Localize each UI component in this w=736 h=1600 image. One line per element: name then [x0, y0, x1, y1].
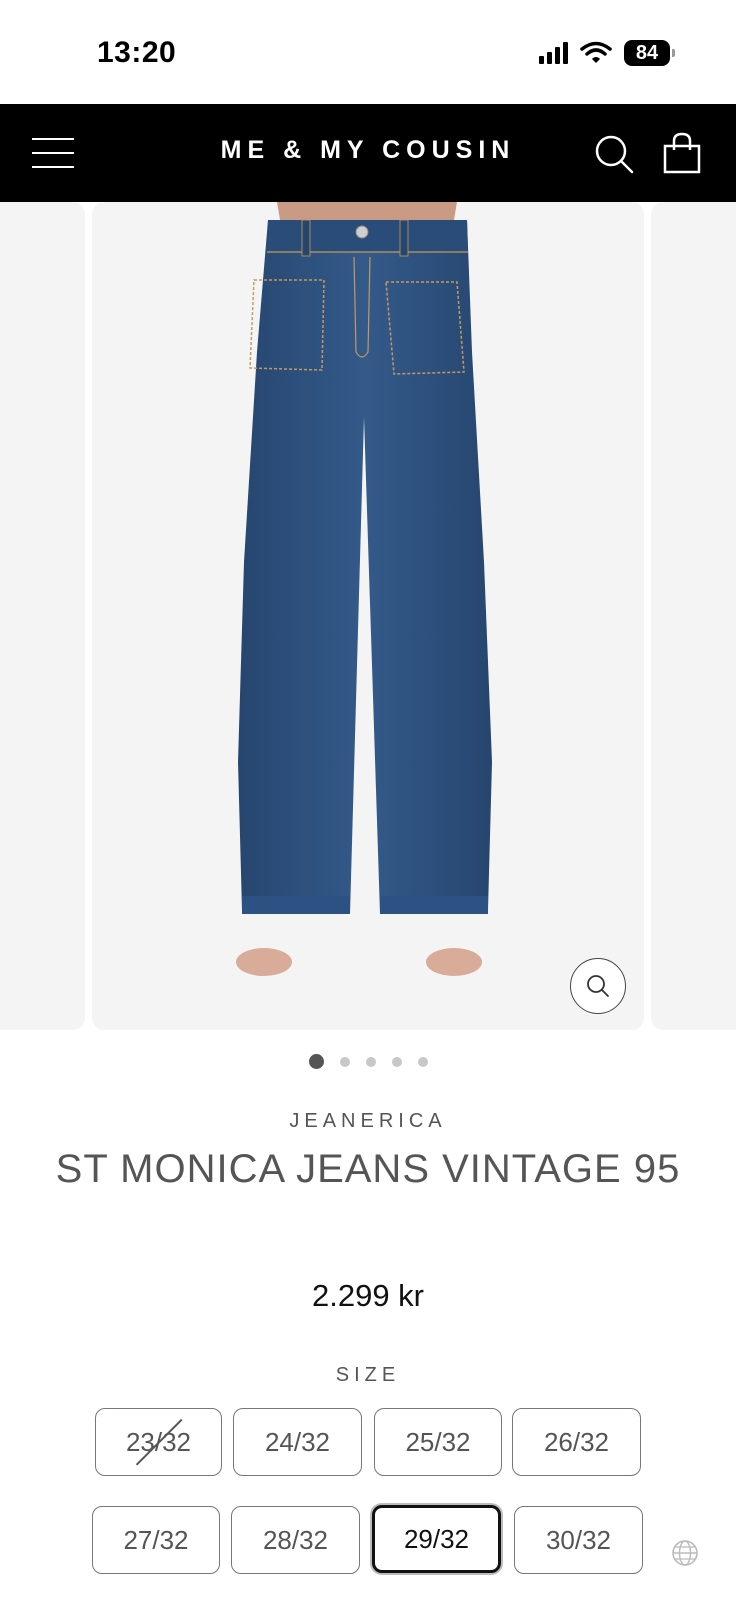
status-time: 13:20	[97, 36, 177, 69]
size-option[interactable]: 26/32	[512, 1408, 641, 1476]
gallery-next-slide[interactable]	[651, 202, 736, 1030]
battery-level: 84	[635, 41, 659, 64]
wifi-icon	[580, 41, 612, 63]
size-option[interactable]: 23/32	[95, 1408, 222, 1476]
gallery-prev-slide[interactable]	[0, 202, 85, 1030]
search-icon[interactable]	[592, 132, 636, 176]
product-gallery[interactable]	[0, 202, 736, 1032]
size-label: SIZE	[335, 1364, 401, 1386]
battery-icon: 84	[624, 40, 675, 66]
gallery-dot-2[interactable]	[339, 1056, 350, 1067]
gallery-pagination	[0, 1054, 736, 1069]
product-vendor[interactable]: JEANERICA	[0, 1110, 736, 1133]
signal-icon	[539, 42, 568, 64]
size-option[interactable]: 24/32	[233, 1408, 362, 1476]
product-image	[236, 202, 492, 976]
status-bar: 13:20 84	[0, 0, 736, 104]
status-icons: 84	[539, 38, 675, 68]
globe-icon[interactable]	[670, 1538, 700, 1568]
size-option[interactable]: 25/32	[374, 1408, 502, 1476]
gallery-dot-1[interactable]	[308, 1054, 324, 1069]
product-price: 2.299 kr	[311, 1278, 424, 1313]
gallery-dot-4[interactable]	[391, 1056, 402, 1067]
gallery-dot-3[interactable]	[365, 1056, 376, 1067]
zoom-button[interactable]	[570, 958, 626, 1014]
product-title: ST MONICA JEANS VINTAGE 95	[55, 1147, 681, 1191]
size-option-selected[interactable]: 29/32	[372, 1505, 501, 1573]
gallery-dot-5[interactable]	[417, 1056, 428, 1067]
size-option[interactable]: 28/32	[231, 1506, 360, 1574]
gallery-main-slide[interactable]	[92, 202, 644, 1030]
site-header: ME & MY COUSIN	[0, 104, 736, 202]
cart-icon[interactable]	[662, 132, 702, 176]
zoom-icon	[587, 975, 609, 997]
size-option[interactable]: 27/32	[92, 1506, 220, 1574]
size-option[interactable]: 30/32	[514, 1506, 643, 1574]
